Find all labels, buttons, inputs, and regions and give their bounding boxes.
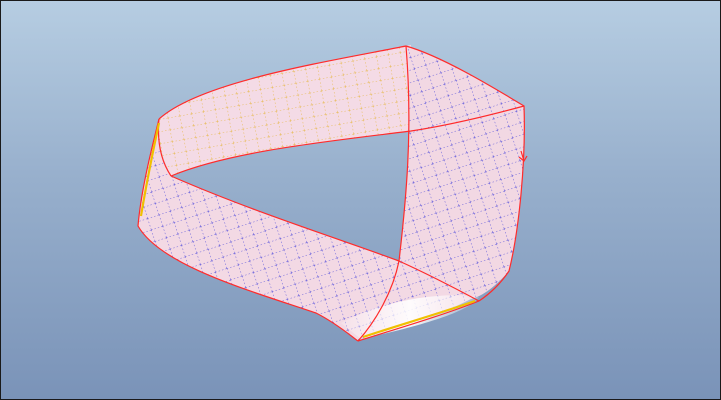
3d-viewport[interactable] xyxy=(0,0,721,400)
model-canvas[interactable] xyxy=(1,1,720,399)
strip-right-band[interactable] xyxy=(399,46,525,299)
strip-top-band[interactable] xyxy=(158,45,412,176)
